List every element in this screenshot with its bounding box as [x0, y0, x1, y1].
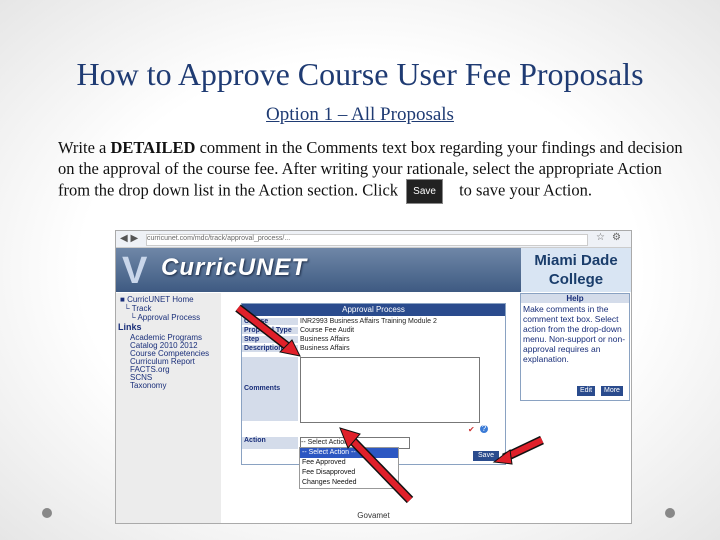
college-line2: College: [548, 271, 604, 288]
nav-approval[interactable]: └ Approval Process: [130, 313, 200, 322]
instructions-text: Write a DETAILED comment in the Comments…: [58, 137, 688, 204]
sidebar: ■ CurricUNET Home └ Track └ Approval Pro…: [116, 293, 221, 523]
comments-label: Comments: [242, 357, 298, 421]
star-icon[interactable]: ☆: [596, 232, 605, 243]
link-item[interactable]: Taxonomy: [130, 381, 166, 390]
college-line1: Miami Dade: [534, 252, 618, 269]
edit-button[interactable]: Edit: [577, 386, 596, 396]
arrow-comments-icon: [235, 304, 301, 357]
inline-save-button: Save: [406, 179, 443, 204]
action-label: Action: [242, 437, 298, 449]
arrow-save-icon: [492, 435, 544, 465]
slide-bullet-left: [42, 508, 52, 518]
address-bar: ◀ ▶ curricunet.com/mdc/track/approval_pr…: [116, 231, 631, 248]
help-panel: Help Make comments in the comment text b…: [520, 293, 630, 401]
instructions-bold: DETAILED: [110, 138, 196, 157]
url-field[interactable]: curricunet.com/mdc/track/approval_proces…: [146, 234, 588, 246]
slide-subtitle: Option 1 – All Proposals: [266, 104, 454, 125]
spellcheck-icon[interactable]: ✔: [468, 425, 475, 434]
back-forward-icon[interactable]: ◀ ▶: [120, 233, 138, 244]
more-button[interactable]: More: [601, 386, 623, 396]
nav-home[interactable]: ■ CurricUNET Home: [120, 295, 194, 304]
help-title: Help: [521, 294, 629, 303]
slide-bullet-right: [665, 508, 675, 518]
instructions-part1: Write a: [58, 138, 111, 157]
wrench-icon[interactable]: ⚙: [612, 232, 621, 243]
college-name: Miami Dade College: [521, 248, 631, 292]
slide-title: How to Approve Course User Fee Proposals: [76, 56, 644, 92]
help-text: Make comments in the comment text box. S…: [523, 304, 626, 364]
instructions-part3: to save your Action.: [454, 180, 592, 200]
arrow-action-icon: [339, 427, 414, 504]
course-value: INR2993 Business Affairs Training Module…: [300, 318, 437, 325]
links-heading: Links: [118, 322, 142, 332]
help-icon[interactable]: ?: [480, 425, 488, 433]
comments-textarea[interactable]: [300, 357, 480, 423]
nav-track[interactable]: └ Track: [124, 304, 151, 313]
footer-text: Govamet: [357, 511, 390, 520]
app-logo: CurricUNET: [161, 254, 308, 281]
logo-mark-icon: V: [122, 250, 148, 292]
